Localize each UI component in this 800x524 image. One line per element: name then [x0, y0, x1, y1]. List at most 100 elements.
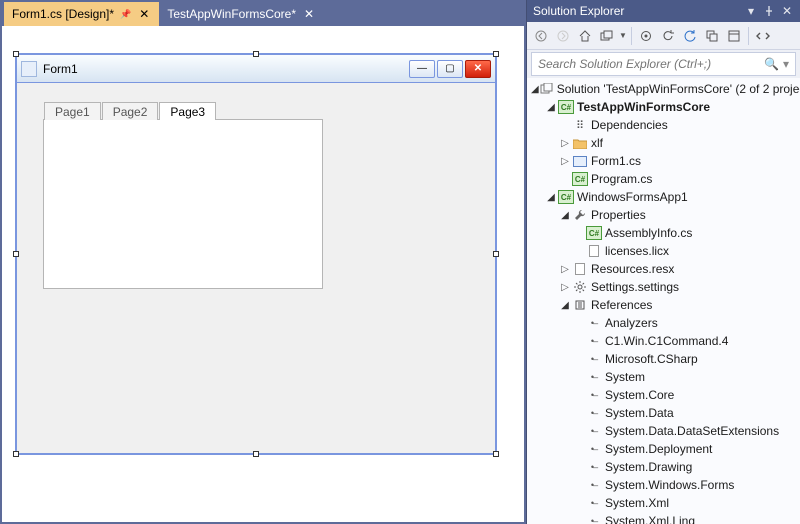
search-box[interactable]: 🔍 ▾ [531, 52, 796, 76]
expander-closed-icon[interactable]: ▷ [559, 264, 571, 275]
tree-node[interactable]: ▷•–System.Windows.Forms [527, 476, 800, 494]
expander-closed-icon[interactable]: ▷ [559, 138, 571, 149]
csharp-icon: C# [586, 226, 602, 240]
form-titlebar: Form1 — ▢ ✕ [17, 55, 495, 83]
tree-node[interactable]: ▷xlf [527, 134, 800, 152]
tree-node[interactable]: ▷C#Program.cs [527, 170, 800, 188]
tree-node[interactable]: ▷licenses.licx [527, 242, 800, 260]
file-icon [586, 244, 602, 258]
expander-open-icon[interactable]: ◢ [559, 210, 571, 221]
tree-node[interactable]: ▷•–System [527, 368, 800, 386]
separator-icon [748, 27, 749, 45]
tree-node[interactable]: ◢Solution 'TestAppWinFormsCore' (2 of 2 … [527, 80, 800, 98]
tree-node-label: System.Data.DataSetExtensions [605, 424, 779, 438]
resize-handle-icon[interactable] [13, 51, 19, 57]
tree-node[interactable]: ▷C#AssemblyInfo.cs [527, 224, 800, 242]
tree-node[interactable]: ▷•–Microsoft.CSharp [527, 350, 800, 368]
forward-button[interactable] [553, 26, 573, 46]
tree-node[interactable]: ▷•–System.Data.DataSetExtensions [527, 422, 800, 440]
tree-node[interactable]: ▷•–System.Core [527, 386, 800, 404]
form-window[interactable]: Form1 — ▢ ✕ Page1Page2Page3 [16, 54, 496, 454]
show-all-files-icon[interactable] [724, 26, 744, 46]
gear-icon [572, 280, 588, 294]
tree-node[interactable]: ▷•–System.Xml [527, 494, 800, 512]
tree-node[interactable]: ▷•–C1.Win.C1Command.4 [527, 332, 800, 350]
tree-node-label: TestAppWinFormsCore [577, 100, 710, 114]
assembly-icon: •– [586, 406, 602, 420]
tree-node[interactable]: ◢ References [527, 296, 800, 314]
tab-control[interactable]: Page1Page2Page3 [43, 119, 323, 289]
document-tab[interactable]: Form1.cs [Design]*📌✕ [4, 2, 159, 26]
tree-node-label: System [605, 370, 645, 384]
home-icon[interactable] [575, 26, 595, 46]
resize-handle-icon[interactable] [13, 251, 19, 257]
expander-closed-icon[interactable]: ▷ [559, 156, 571, 167]
panel-title: Solution Explorer [533, 4, 740, 18]
tree-node-label: Analyzers [605, 316, 658, 330]
collapse-all-icon[interactable] [702, 26, 722, 46]
expander-open-icon[interactable]: ◢ [545, 102, 557, 113]
dropdown-icon[interactable]: ▾ [744, 4, 758, 18]
tree-node[interactable]: ▷•–Analyzers [527, 314, 800, 332]
form-icon [572, 154, 588, 168]
panel-header[interactable]: Solution Explorer ▾ ✕ [527, 0, 800, 22]
tree-node[interactable]: ◢Properties [527, 206, 800, 224]
close-button[interactable]: ✕ [465, 60, 491, 78]
undo-icon[interactable] [658, 26, 678, 46]
expander-open-icon[interactable]: ◢ [545, 192, 557, 203]
close-panel-icon[interactable]: ✕ [780, 4, 794, 18]
tree-node[interactable]: ▷⠿Dependencies [527, 116, 800, 134]
sync-icon[interactable] [636, 26, 656, 46]
tree-node[interactable]: ◢C#TestAppWinFormsCore [527, 98, 800, 116]
expander-closed-icon[interactable]: ▷ [559, 282, 571, 293]
expander-open-icon[interactable]: ◢ [559, 300, 571, 311]
search-dropdown-icon[interactable]: ▾ [783, 57, 789, 71]
tree-node-label: System.Data [605, 406, 674, 420]
resize-handle-icon[interactable] [493, 251, 499, 257]
resize-handle-icon[interactable] [253, 451, 259, 457]
tab-page-header[interactable]: Page1 [44, 102, 101, 120]
expander-open-icon[interactable]: ◢ [531, 84, 539, 95]
close-tab-icon[interactable]: ✕ [302, 8, 316, 20]
search-icon[interactable]: 🔍 [764, 57, 779, 71]
tree-node-label: AssemblyInfo.cs [605, 226, 692, 240]
solution-toolbar: ▼ [527, 22, 800, 50]
tree-node[interactable]: ▷Resources.resx [527, 260, 800, 278]
tab-page-header[interactable]: Page3 [159, 102, 216, 120]
close-tab-icon[interactable]: ✕ [137, 8, 151, 20]
view-code-icon[interactable] [753, 26, 773, 46]
separator-icon [631, 27, 632, 45]
tree-node[interactable]: ▷Form1.cs [527, 152, 800, 170]
file-icon [572, 262, 588, 276]
tree-node-label: System.Deployment [605, 442, 712, 456]
tree-node-label: Settings.settings [591, 280, 679, 294]
solution-explorer-panel: Solution Explorer ▾ ✕ ▼ [526, 0, 800, 524]
resize-handle-icon[interactable] [493, 51, 499, 57]
maximize-button[interactable]: ▢ [437, 60, 463, 78]
refresh-icon[interactable] [680, 26, 700, 46]
tree-node-label: References [591, 298, 652, 312]
assembly-icon: •– [586, 478, 602, 492]
design-surface[interactable]: Form1 — ▢ ✕ Page1Page2Page3 [2, 26, 524, 522]
tree-node[interactable]: ▷•–System.Deployment [527, 440, 800, 458]
tab-page-header[interactable]: Page2 [102, 102, 159, 120]
tree-node[interactable]: ▷ Settings.settings [527, 278, 800, 296]
resize-handle-icon[interactable] [253, 51, 259, 57]
tree-node[interactable]: ▷•–System.Data [527, 404, 800, 422]
resize-handle-icon[interactable] [493, 451, 499, 457]
tree-node[interactable]: ▷•–System.Drawing [527, 458, 800, 476]
solution-filter-icon[interactable] [597, 26, 617, 46]
back-button[interactable] [531, 26, 551, 46]
pin-icon[interactable] [762, 4, 776, 18]
tree-node[interactable]: ▷•–System.Xml.Linq [527, 512, 800, 524]
pin-icon[interactable]: 📌 [120, 9, 131, 20]
tree-node-label: System.Xml [605, 496, 669, 510]
search-input[interactable] [538, 57, 764, 71]
assembly-icon: •– [586, 514, 602, 524]
document-tab[interactable]: TestAppWinFormsCore*✕ [159, 2, 324, 26]
resize-handle-icon[interactable] [13, 451, 19, 457]
folder-icon [572, 136, 588, 150]
tree-node[interactable]: ◢C#WindowsFormsApp1 [527, 188, 800, 206]
solution-tree[interactable]: ◢Solution 'TestAppWinFormsCore' (2 of 2 … [527, 78, 800, 524]
minimize-button[interactable]: — [409, 60, 435, 78]
